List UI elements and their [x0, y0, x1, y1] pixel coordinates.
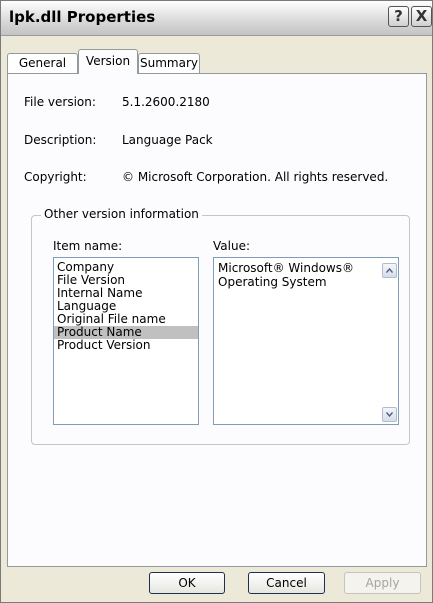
copyright-value: © Microsoft Corporation. All rights rese… [122, 170, 389, 184]
chevron-up-icon [386, 268, 393, 273]
properties-dialog: lpk.dll Properties ? X General Version S… [0, 0, 433, 603]
tab-general[interactable]: General [7, 53, 78, 73]
chevron-down-icon [386, 412, 393, 417]
tab-summary[interactable]: Summary [138, 53, 200, 73]
tab-version[interactable]: Version [78, 49, 138, 74]
value-header: Value: [213, 239, 250, 253]
ok-button[interactable]: OK [149, 572, 225, 594]
cancel-button[interactable]: Cancel [248, 572, 325, 594]
close-button[interactable]: X [411, 6, 432, 27]
item-name-list[interactable]: Company File Version Internal Name Langu… [53, 257, 199, 425]
help-button[interactable]: ? [388, 6, 409, 27]
description-value: Language Pack [122, 133, 213, 147]
window-title: lpk.dll Properties [9, 8, 156, 26]
copyright-label: Copyright: [24, 170, 87, 184]
groupbox-title: Other version information [41, 207, 202, 221]
list-item-product-version[interactable]: Product Version [54, 339, 198, 352]
scroll-up-button[interactable] [382, 263, 397, 278]
scroll-down-button[interactable] [382, 407, 397, 422]
apply-button[interactable]: Apply [344, 572, 421, 594]
file-version-label: File version: [24, 95, 96, 109]
file-version-value: 5.1.2600.2180 [122, 95, 210, 109]
value-textbox[interactable]: Microsoft® Windows® Operating System [213, 257, 399, 425]
value-scrollbar[interactable] [382, 259, 397, 423]
title-bar[interactable]: lpk.dll Properties ? X [1, 1, 432, 36]
description-label: Description: [24, 133, 97, 147]
item-name-header: Item name: [53, 239, 123, 253]
value-text: Microsoft® Windows® Operating System [218, 261, 354, 289]
